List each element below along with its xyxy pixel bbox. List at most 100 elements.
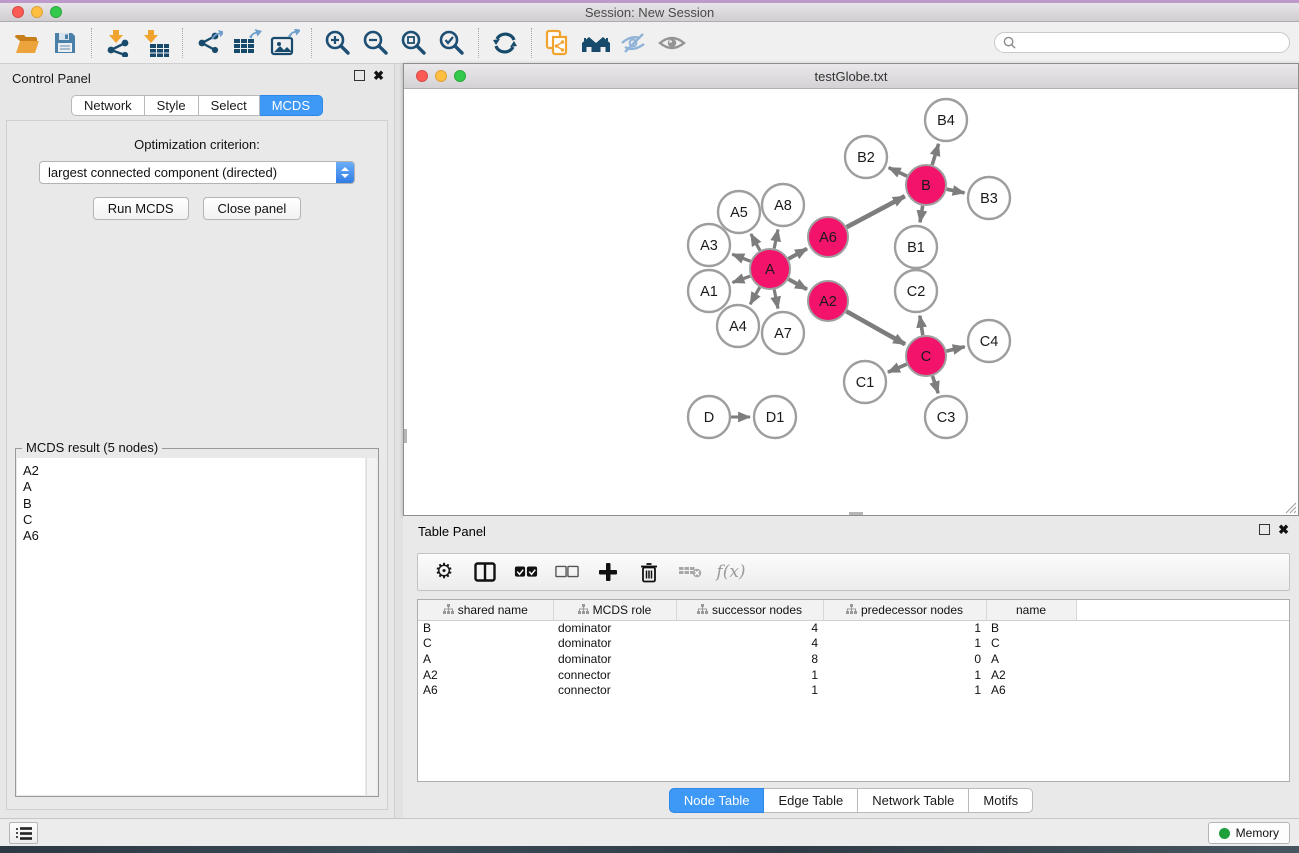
edge-B-B4[interactable]	[932, 144, 938, 165]
table-row[interactable]: Adominator80A	[418, 651, 1289, 667]
result-item-b[interactable]: B	[23, 496, 365, 512]
edge-A-A1[interactable]	[733, 276, 751, 282]
column-header-shared-name[interactable]: shared name	[418, 600, 553, 620]
network-canvas[interactable]: B4B2BB3B1A5A8A6A3AA1C2A2A4A7CC4C1C3DD1	[404, 89, 1298, 515]
cell[interactable]: dominator	[553, 636, 676, 652]
zoom-fit-button[interactable]	[395, 25, 433, 61]
result-item-a6[interactable]: A6	[23, 528, 365, 544]
cell[interactable]: C	[418, 636, 553, 652]
tab-edge-table[interactable]: Edge Table	[764, 788, 858, 813]
close-panel-button[interactable]: Close panel	[203, 197, 302, 220]
cell[interactable]: A2	[986, 667, 1076, 683]
column-header-predecessor-nodes[interactable]: predecessor nodes	[823, 600, 986, 620]
table-row[interactable]: A6connector11A6	[418, 682, 1289, 698]
table-row[interactable]: Cdominator41C	[418, 636, 1289, 652]
zoom-in-button[interactable]	[319, 25, 357, 61]
edge-A-A4[interactable]	[750, 287, 760, 304]
tab-mcds[interactable]: MCDS	[260, 95, 323, 116]
cell[interactable]: dominator	[553, 620, 676, 636]
cell[interactable]: A2	[418, 667, 553, 683]
canvas-hscroll-mark[interactable]	[849, 512, 863, 515]
edge-A-A2[interactable]	[788, 279, 807, 289]
tab-network-table[interactable]: Network Table	[858, 788, 969, 813]
tab-select[interactable]: Select	[199, 95, 260, 116]
zoom-out-button[interactable]	[357, 25, 395, 61]
criterion-select[interactable]: largest connected component (directed)	[39, 161, 355, 184]
edge-A-A7[interactable]	[774, 290, 778, 309]
toggle-column-view-button[interactable]	[473, 560, 497, 584]
cell[interactable]: A	[986, 651, 1076, 667]
cell[interactable]: A	[418, 651, 553, 667]
edge-A6-B[interactable]	[847, 196, 905, 227]
edge-B-B1[interactable]	[920, 206, 923, 223]
cell[interactable]: 1	[823, 667, 986, 683]
column-header-successor-nodes[interactable]: successor nodes	[676, 600, 823, 620]
cell[interactable]: connector	[553, 667, 676, 683]
export-image-button[interactable]	[266, 25, 304, 61]
edge-C-C3[interactable]	[933, 376, 939, 393]
edge-B-B3[interactable]	[947, 189, 965, 193]
search-box[interactable]	[994, 32, 1290, 53]
tab-network[interactable]: Network	[71, 95, 145, 116]
column-header-name[interactable]: name	[986, 600, 1076, 620]
edge-A-A6[interactable]	[788, 249, 807, 259]
edge-C-C4[interactable]	[946, 347, 964, 351]
open-session-button[interactable]	[8, 25, 46, 61]
cell[interactable]: 1	[823, 682, 986, 698]
delete-column-button[interactable]	[637, 560, 661, 584]
cell[interactable]: 0	[823, 651, 986, 667]
memory-button[interactable]: Memory	[1208, 822, 1290, 844]
task-history-button[interactable]	[9, 822, 38, 844]
tab-style[interactable]: Style	[145, 95, 199, 116]
cell[interactable]: B	[986, 620, 1076, 636]
cell[interactable]: C	[986, 636, 1076, 652]
result-item-a[interactable]: A	[23, 479, 365, 495]
float-table-panel-icon[interactable]	[1259, 524, 1270, 535]
cell[interactable]: A6	[986, 682, 1076, 698]
show-all-button[interactable]	[653, 25, 691, 61]
cell[interactable]: 1	[676, 667, 823, 683]
result-item-c[interactable]: C	[23, 512, 365, 528]
cell[interactable]: 1	[823, 620, 986, 636]
float-panel-icon[interactable]	[354, 70, 365, 81]
run-mcds-button[interactable]: Run MCDS	[93, 197, 189, 220]
select-all-rows-button[interactable]	[514, 560, 538, 584]
export-network-button[interactable]	[190, 25, 228, 61]
column-header-mcds-role[interactable]: MCDS role	[553, 600, 676, 620]
create-column-button[interactable]	[596, 560, 620, 584]
edge-A-A3[interactable]	[732, 254, 750, 261]
cell[interactable]: B	[418, 620, 553, 636]
table-row[interactable]: A2connector11A2	[418, 667, 1289, 683]
cell[interactable]: 4	[676, 620, 823, 636]
cell[interactable]: 1	[676, 682, 823, 698]
import-table-button[interactable]	[137, 25, 175, 61]
close-table-panel-icon[interactable]: ✖	[1278, 524, 1289, 535]
edge-C-C1[interactable]	[888, 364, 907, 372]
edge-A2-C[interactable]	[846, 311, 905, 344]
cell[interactable]: dominator	[553, 651, 676, 667]
first-neighbors-button[interactable]	[577, 25, 615, 61]
cell[interactable]: 4	[676, 636, 823, 652]
table-row[interactable]: Bdominator41B	[418, 620, 1289, 636]
result-scrollbar[interactable]	[366, 458, 377, 795]
import-network-button[interactable]	[99, 25, 137, 61]
canvas-vscroll-mark[interactable]	[404, 429, 407, 443]
cell[interactable]: A6	[418, 682, 553, 698]
cell[interactable]: 1	[823, 636, 986, 652]
refresh-view-button[interactable]	[486, 25, 524, 61]
new-network-from-selection-button[interactable]	[539, 25, 577, 61]
export-table-button[interactable]	[228, 25, 266, 61]
edge-C-C2[interactable]	[920, 316, 923, 336]
resize-handle-icon[interactable]	[1283, 500, 1297, 514]
search-input[interactable]	[1021, 36, 1281, 50]
table-settings-button[interactable]: ⚙	[432, 560, 456, 584]
zoom-selected-button[interactable]	[433, 25, 471, 61]
hide-selected-button[interactable]	[615, 25, 653, 61]
edge-A-A8[interactable]	[774, 230, 778, 249]
save-session-button[interactable]	[46, 25, 84, 61]
cell[interactable]: 8	[676, 651, 823, 667]
edge-B-B2[interactable]	[889, 168, 907, 177]
close-panel-icon[interactable]: ✖	[373, 70, 384, 81]
tab-node-table[interactable]: Node Table	[669, 788, 765, 813]
deselect-all-rows-button[interactable]	[555, 560, 579, 584]
